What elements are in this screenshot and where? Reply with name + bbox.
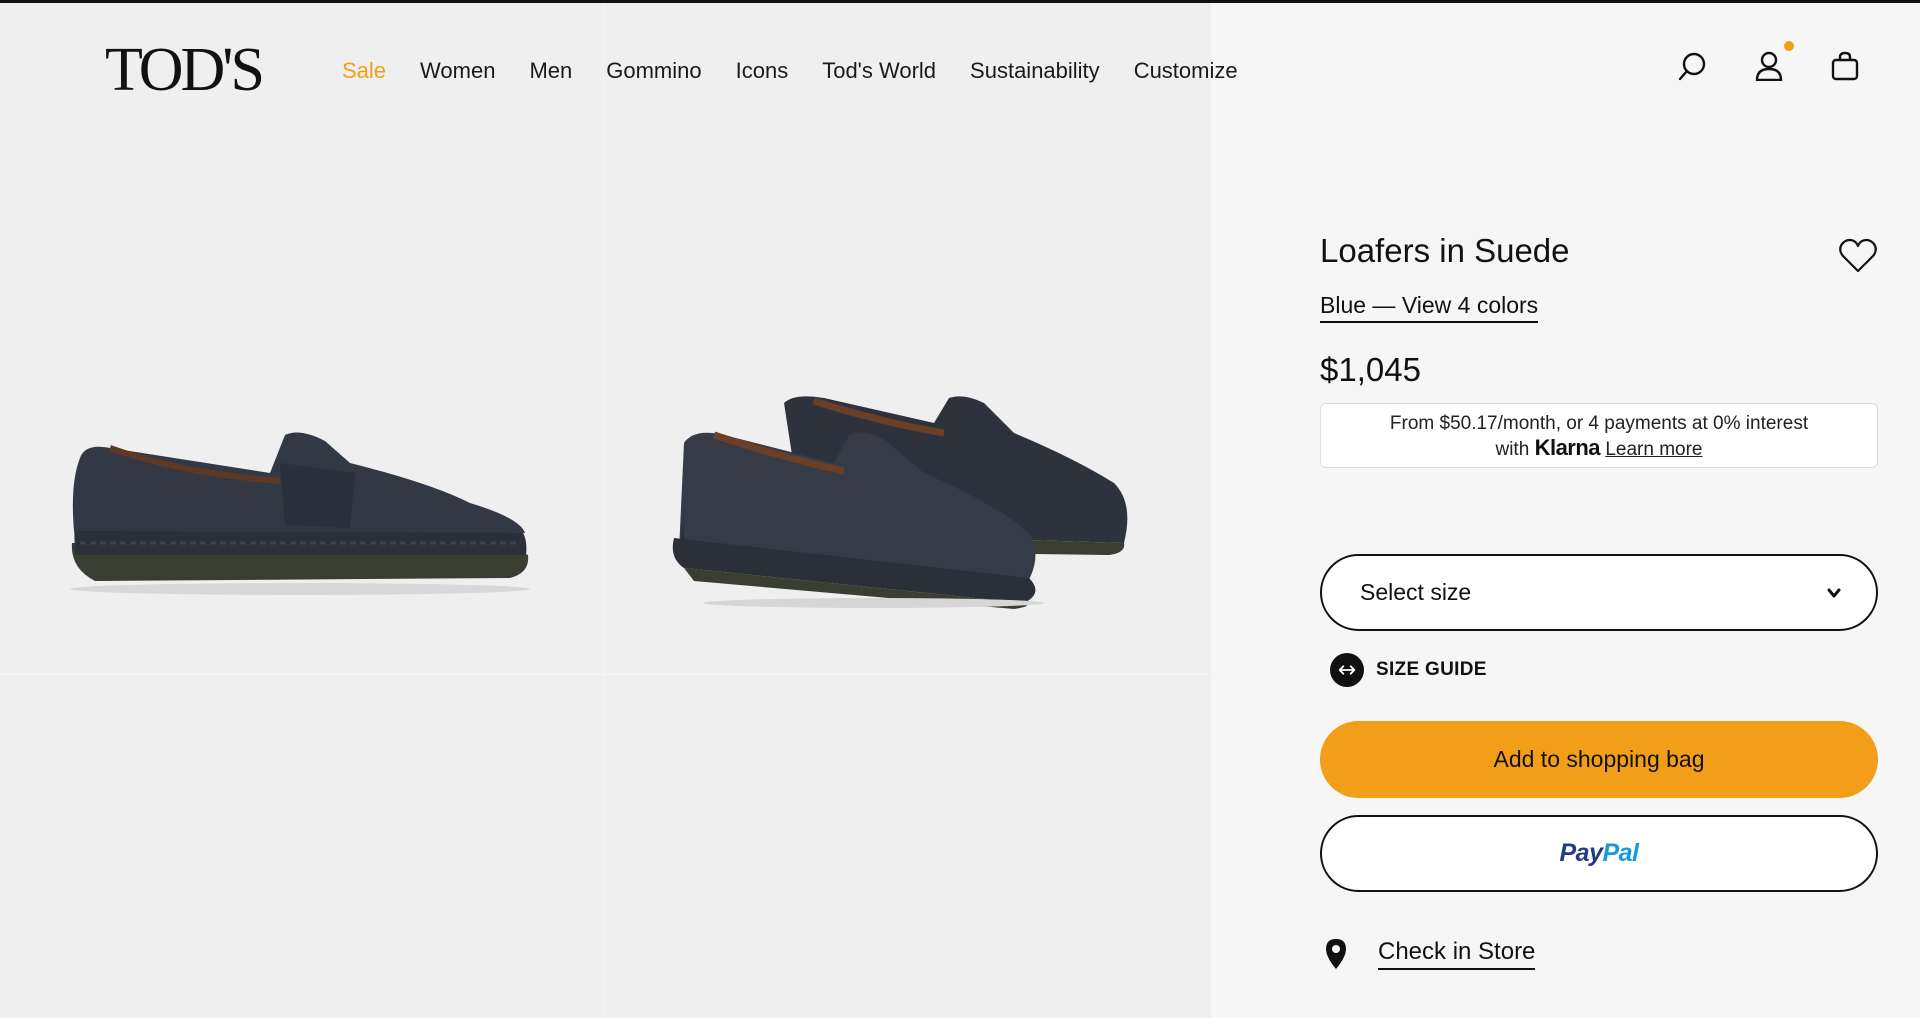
- size-select-label: Select size: [1360, 579, 1472, 605]
- location-pin-icon: [1326, 939, 1346, 969]
- gallery-image-3[interactable]: [0, 675, 604, 1018]
- size-guide-link[interactable]: SIZE GUIDE: [1330, 653, 1878, 687]
- size-select-dropdown[interactable]: Select size: [1320, 554, 1878, 631]
- nav-item-women[interactable]: Women: [420, 58, 495, 84]
- product-title: Loafers in Suede: [1320, 232, 1570, 269]
- main-nav: Sale Women Men Gommino Icons Tod's World…: [342, 58, 1238, 84]
- nav-item-customize[interactable]: Customize: [1134, 58, 1238, 84]
- account-icon[interactable]: [1754, 41, 1794, 82]
- nav-item-gommino[interactable]: Gommino: [606, 58, 701, 84]
- site-header: TOD'S Sale Women Men Gommino Icons Tod's…: [0, 3, 1920, 133]
- nav-item-men[interactable]: Men: [529, 58, 572, 84]
- ruler-arrows-icon: [1330, 653, 1364, 687]
- paypal-logo-pal: Pal: [1602, 839, 1639, 867]
- size-guide-label: SIZE GUIDE: [1376, 659, 1487, 680]
- check-in-store-link[interactable]: Check in Store: [1324, 938, 1878, 970]
- search-icon[interactable]: [1678, 51, 1708, 81]
- notification-dot: [1784, 41, 1794, 51]
- color-variant-link[interactable]: Blue — View 4 colors: [1320, 292, 1539, 323]
- gallery-image-4[interactable]: [604, 675, 1211, 1018]
- add-to-bag-button[interactable]: Add to shopping bag: [1320, 721, 1878, 798]
- nav-item-sustainability[interactable]: Sustainability: [970, 58, 1100, 84]
- chevron-down-icon: [1827, 588, 1841, 597]
- klarna-banner: From $50.17/month, or 4 payments at 0% i…: [1320, 403, 1878, 468]
- klarna-with: with: [1495, 439, 1530, 460]
- product-panel: Loafers in Suede Blue — View 4 colors $1…: [1320, 232, 1878, 970]
- klarna-text: From $50.17/month, or 4 payments at 0% i…: [1389, 413, 1809, 434]
- product-price: $1,045: [1320, 351, 1421, 388]
- paypal-button[interactable]: Pay Pal: [1320, 815, 1878, 892]
- wishlist-heart-icon[interactable]: [1838, 238, 1878, 274]
- header-actions: [1678, 41, 1860, 82]
- check-in-store-label: Check in Store: [1378, 938, 1536, 970]
- shopping-bag-icon[interactable]: [1830, 51, 1860, 81]
- klarna-logo: Klarna: [1534, 435, 1601, 460]
- nav-item-tods-world[interactable]: Tod's World: [822, 58, 936, 84]
- nav-item-icons[interactable]: Icons: [736, 58, 789, 84]
- product-gallery: [0, 3, 1211, 1018]
- paypal-logo-pay: Pay: [1559, 839, 1603, 867]
- klarna-learn-more-link[interactable]: Learn more: [1605, 439, 1702, 460]
- nav-item-sale[interactable]: Sale: [342, 58, 386, 84]
- brand-logo[interactable]: TOD'S: [105, 39, 265, 101]
